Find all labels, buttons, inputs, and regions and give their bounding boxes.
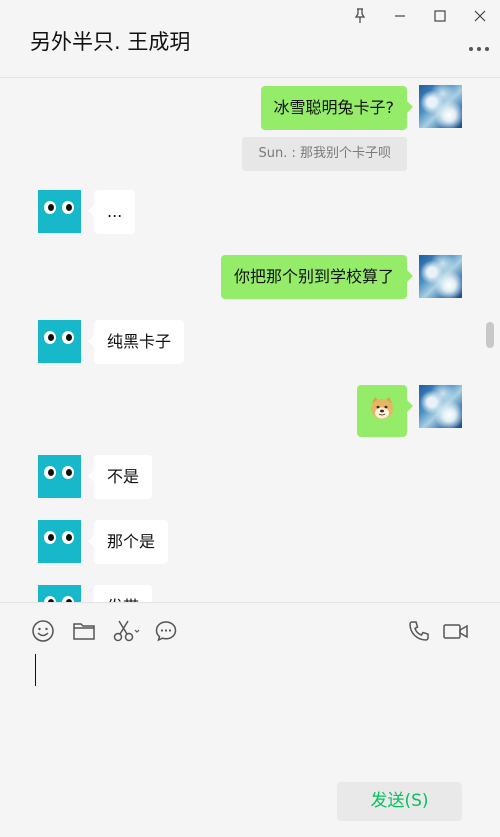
emoji-button[interactable]	[31, 619, 57, 645]
more-dots-icon	[469, 47, 489, 51]
message-bubble-outgoing-sticker[interactable]	[357, 385, 413, 437]
message-bubble-incoming[interactable]: 发带	[87, 585, 153, 602]
avatar[interactable]	[38, 190, 81, 233]
video-call-button[interactable]	[442, 619, 470, 645]
message-bubble-outgoing[interactable]: 冰雪聪明兔卡子?	[260, 86, 413, 130]
phone-icon	[409, 621, 429, 641]
quoted-reply[interactable]: Sun. : 那我别个卡子呗	[242, 137, 407, 171]
avatar[interactable]	[38, 585, 81, 602]
chat-history-button[interactable]	[154, 619, 180, 645]
avatar-eye	[44, 531, 56, 544]
avatar[interactable]	[38, 455, 81, 498]
more-options-button[interactable]	[468, 40, 490, 54]
avatar-eye	[62, 531, 74, 544]
text-cursor	[35, 654, 36, 686]
message-bubble-incoming[interactable]: ...	[87, 190, 136, 234]
send-file-button[interactable]	[72, 619, 98, 645]
voice-call-button[interactable]	[407, 619, 433, 645]
doge-emoji-icon	[371, 397, 393, 419]
minimize-icon	[395, 15, 405, 17]
avatar[interactable]	[38, 520, 81, 563]
maximize-button[interactable]	[420, 0, 460, 32]
message-input[interactable]	[0, 648, 500, 778]
avatar-eye	[44, 201, 56, 214]
message-bubble-outgoing[interactable]: 你把那个别到学校算了	[220, 255, 414, 299]
avatar[interactable]	[38, 320, 81, 363]
chat-title: 另外半只. 王成玥	[30, 30, 191, 54]
avatar-eye	[62, 466, 74, 479]
maximize-icon	[434, 10, 446, 22]
scrollbar-thumb[interactable]	[486, 322, 494, 348]
avatar[interactable]	[419, 385, 462, 428]
avatar[interactable]	[419, 85, 462, 128]
chat-header: 另外半只. 王成玥	[0, 0, 500, 78]
window-controls	[340, 0, 500, 32]
pin-button[interactable]	[340, 0, 380, 32]
avatar[interactable]	[419, 255, 462, 298]
message-bubble-incoming[interactable]: 那个是	[87, 520, 169, 564]
emoji-icon	[32, 620, 54, 642]
pin-icon	[354, 8, 366, 23]
send-button[interactable]: 发送(S)	[337, 782, 462, 821]
close-button[interactable]	[460, 0, 500, 32]
scissors-icon	[113, 620, 140, 642]
chat-bubble-icon	[155, 621, 177, 642]
avatar-eye	[62, 201, 74, 214]
folder-icon	[73, 623, 95, 640]
screenshot-button[interactable]	[112, 619, 142, 645]
avatar-eye	[44, 331, 56, 344]
video-call-icon	[443, 624, 468, 639]
message-list[interactable]: 冰雪聪明兔卡子? Sun. : 那我别个卡子呗 ... 你把那个别到学校算了 纯…	[0, 78, 500, 602]
message-bubble-incoming[interactable]: 不是	[87, 455, 153, 499]
avatar-eye	[44, 466, 56, 479]
minimize-button[interactable]	[380, 0, 420, 32]
avatar-eye	[62, 331, 74, 344]
message-bubble-incoming[interactable]: 纯黑卡子	[87, 320, 185, 364]
close-icon	[474, 10, 486, 22]
